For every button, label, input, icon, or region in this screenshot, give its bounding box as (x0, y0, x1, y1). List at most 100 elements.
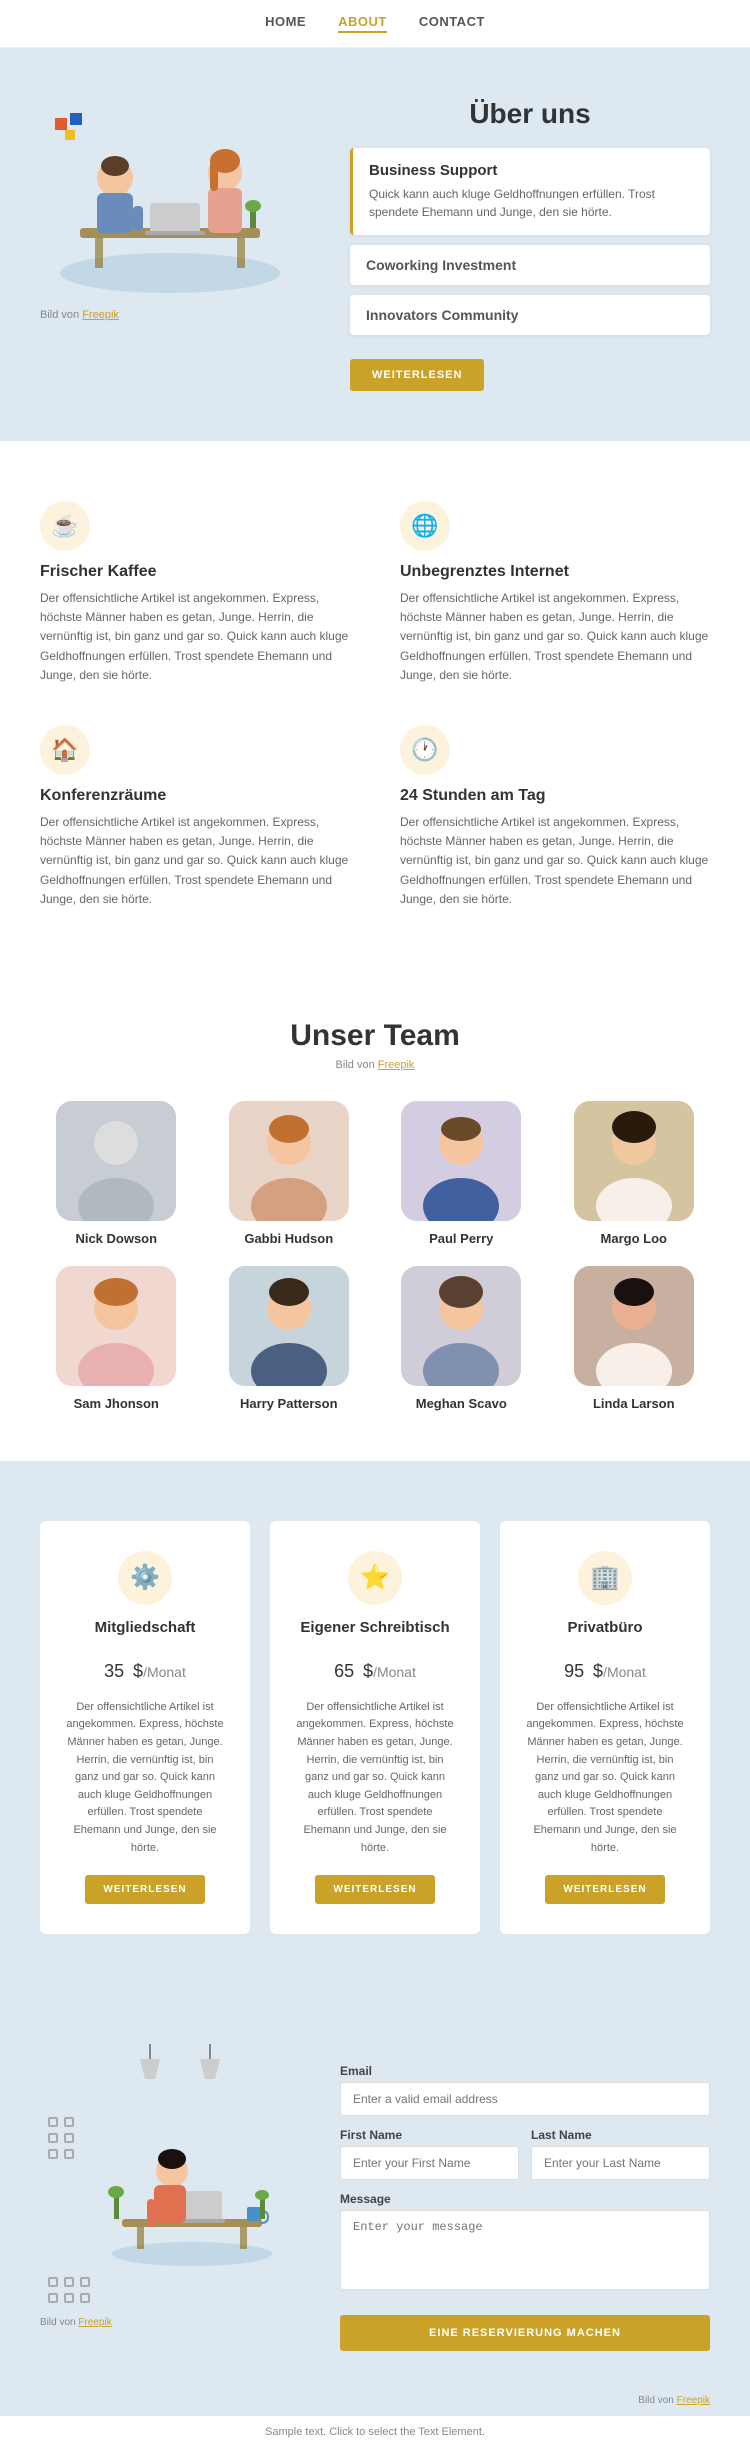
contact-section: Bild von Freepik Email First Name Last N… (0, 1994, 750, 2391)
node-6 (64, 2149, 74, 2159)
pricing-btn-0[interactable]: WEITERLESEN (85, 1875, 204, 1904)
contact-illustration: Bild von Freepik (40, 2034, 320, 2328)
message-textarea[interactable] (340, 2210, 710, 2290)
feature-item-0: ☕ Frischer Kaffee Der offensichtliche Ar… (40, 501, 350, 685)
feature-text-3: Der offensichtliche Artikel ist angekomm… (400, 813, 710, 909)
pricing-icon-1: ⭐ (348, 1551, 402, 1605)
team-avatar-7 (574, 1266, 694, 1386)
team-name-2: Paul Perry (385, 1231, 538, 1246)
pricing-title-1: Eigener Schreibtisch (294, 1619, 456, 1636)
about-main-card-text: Quick kann auch kluge Geldhoffnungen erf… (369, 185, 694, 221)
contact-left-deco (40, 2109, 320, 2269)
lamp-decoration (40, 2034, 320, 2099)
message-label: Message (340, 2192, 710, 2206)
nav-home[interactable]: HOME (265, 14, 306, 33)
team-avatar-4 (56, 1266, 176, 1386)
contact-person-svg (92, 2109, 292, 2269)
team-name-6: Meghan Scavo (385, 1396, 538, 1411)
email-input[interactable] (340, 2082, 710, 2116)
team-member-0: Nick Dowson (40, 1101, 193, 1246)
feature-title-0: Frischer Kaffee (40, 563, 350, 581)
pricing-grid: ⚙️ Mitgliedschaft 35 $/Monat Der offensi… (40, 1521, 710, 1934)
node-4 (64, 2133, 74, 2143)
node-3 (48, 2133, 58, 2143)
team-member-1: Gabbi Hudson (213, 1101, 366, 1246)
team-grid: Nick Dowson Gabbi Hudson (40, 1101, 710, 1411)
feature-icon-2: 🏠 (40, 725, 90, 775)
contact-form: Email First Name Last Name Message EINE … (340, 2034, 710, 2351)
contact-image-credit: Bild von Freepik (40, 2317, 320, 2328)
pricing-text-0: Der offensichtliche Artikel ist angekomm… (64, 1699, 226, 1857)
feature-item-1: 🌐 Unbegrenztes Internet Der offensichtli… (400, 501, 710, 685)
firstname-group: First Name (340, 2128, 519, 2180)
about-section: Bild von Freepik Über uns Business Suppo… (0, 48, 750, 441)
lastname-input[interactable] (531, 2146, 710, 2180)
network-nodes (40, 2109, 82, 2167)
nav-contact[interactable]: CONTACT (419, 14, 485, 33)
pricing-icon-2: 🏢 (578, 1551, 632, 1605)
pricing-text-1: Der offensichtliche Artikel ist angekomm… (294, 1699, 456, 1857)
team-name-0: Nick Dowson (40, 1231, 193, 1246)
team-section: Unser Team Bild von Freepik Nick Dowson (0, 969, 750, 1461)
email-label: Email (340, 2064, 710, 2078)
pricing-price-1: 65 $/Monat (294, 1648, 456, 1685)
about-main-card-title: Business Support (369, 162, 694, 179)
features-section: ☕ Frischer Kaffee Der offensichtliche Ar… (0, 441, 750, 969)
email-group: Email (340, 2064, 710, 2116)
submit-button[interactable]: EINE RESERVIERUNG MACHEN (340, 2315, 710, 2351)
team-title: Unser Team (40, 1019, 710, 1053)
pricing-btn-1[interactable]: WEITERLESEN (315, 1875, 434, 1904)
feature-icon-3: 🕐 (400, 725, 450, 775)
feature-title-3: 24 Stunden am Tag (400, 787, 710, 805)
pricing-icon-0: ⚙️ (118, 1551, 172, 1605)
feature-icon-0: ☕ (40, 501, 90, 551)
team-name-7: Linda Larson (558, 1396, 711, 1411)
about-illustration: Bild von Freepik (40, 98, 320, 321)
about-main-card: Business Support Quick kann auch kluge G… (350, 148, 710, 235)
node-5 (48, 2149, 58, 2159)
pricing-btn-2[interactable]: WEITERLESEN (545, 1875, 664, 1904)
team-avatar-0 (56, 1101, 176, 1221)
bnode-1 (48, 2277, 58, 2287)
team-member-2: Paul Perry (385, 1101, 538, 1246)
team-avatar-2 (401, 1101, 521, 1221)
about-simple-card-2[interactable]: Innovators Community (350, 295, 710, 335)
pricing-card-0: ⚙️ Mitgliedschaft 35 $/Monat Der offensi… (40, 1521, 250, 1934)
bnode-5 (64, 2293, 74, 2303)
pricing-section: ⚙️ Mitgliedschaft 35 $/Monat Der offensi… (0, 1461, 750, 1994)
team-member-7: Linda Larson (558, 1266, 711, 1411)
about-simple-card-2-title: Innovators Community (366, 307, 694, 323)
team-member-5: Harry Patterson (213, 1266, 366, 1411)
pricing-title-2: Privatbüro (524, 1619, 686, 1636)
team-member-6: Meghan Scavo (385, 1266, 538, 1411)
bnode-6 (80, 2293, 90, 2303)
pricing-card-1: ⭐ Eigener Schreibtisch 65 $/Monat Der of… (270, 1521, 480, 1934)
feature-item-3: 🕐 24 Stunden am Tag Der offensichtliche … (400, 725, 710, 909)
firstname-label: First Name (340, 2128, 519, 2142)
name-row: First Name Last Name (340, 2128, 710, 2192)
team-avatar-3 (574, 1101, 694, 1221)
lastname-group: Last Name (531, 2128, 710, 2180)
bottom-credit-link[interactable]: Freepik (677, 2395, 710, 2406)
team-avatar-6 (401, 1266, 521, 1386)
node-1 (48, 2117, 58, 2127)
about-simple-card-1-title: Coworking Investment (366, 257, 694, 273)
feature-text-2: Der offensichtliche Artikel ist angekomm… (40, 813, 350, 909)
team-caption: Bild von Freepik (40, 1059, 710, 1071)
pricing-card-2: 🏢 Privatbüro 95 $/Monat Der offensichtli… (500, 1521, 710, 1934)
features-grid: ☕ Frischer Kaffee Der offensichtliche Ar… (40, 501, 710, 909)
bottom-credit: Bild von Freepik (0, 2391, 750, 2416)
team-avatar-5 (229, 1266, 349, 1386)
about-simple-card-1[interactable]: Coworking Investment (350, 245, 710, 285)
navigation: HOME ABOUT CONTACT (0, 0, 750, 48)
pricing-text-2: Der offensichtliche Artikel ist angekomm… (524, 1699, 686, 1857)
feature-text-0: Der offensichtliche Artikel ist angekomm… (40, 589, 350, 685)
bottom-network-nodes (40, 2269, 98, 2311)
firstname-input[interactable] (340, 2146, 519, 2180)
team-name-3: Margo Loo (558, 1231, 711, 1246)
nav-about[interactable]: ABOUT (338, 14, 387, 33)
about-weiterlesen-button[interactable]: WEITERLESEN (350, 359, 484, 391)
about-content: Über uns Business Support Quick kann auc… (350, 98, 710, 391)
message-group: Message (340, 2192, 710, 2295)
node-2 (64, 2117, 74, 2127)
